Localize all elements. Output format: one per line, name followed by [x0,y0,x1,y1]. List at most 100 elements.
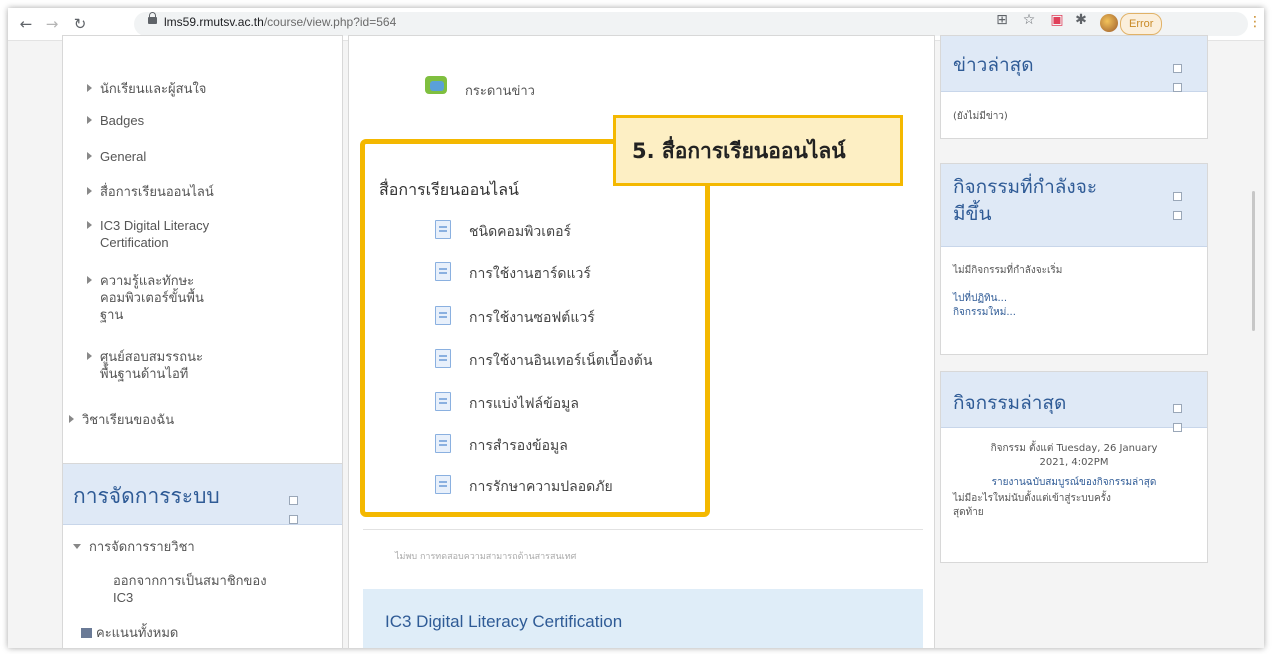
nav-label-cont: Certification [100,235,169,250]
profile-avatar[interactable] [1100,14,1118,32]
nav-label: ศูนย์สอบสมรรถนะ [100,349,203,364]
browser-window: ← → ↻ lms59.rmutsv.ac.th/course/view.php… [8,8,1264,648]
dock-icon[interactable] [1173,404,1182,413]
section-title-ic3: IC3 Digital Literacy Certification [385,612,623,631]
extension-icon[interactable]: ▣ [1048,12,1066,28]
nav-label: วิชาเรียนของฉัน [82,412,175,427]
nothing-line: ไม่มีอะไรใหม่นับตั้งแต่เข้าสู่ระบบครั้ง [953,493,1111,504]
expand-arrow-icon [87,84,92,92]
recent-nothing: ไม่มีอะไรใหม่นับตั้งแต่เข้าสู่ระบบครั้งส… [953,492,1111,520]
news-empty: (ยังไม่มีข่าว) [953,111,1008,122]
nav-label: สื่อการเรียนออนไลน์ [100,184,214,199]
grades-link[interactable]: คะแนนทั้งหมด [81,624,178,641]
block-header: กิจกรรมล่าสุด [941,372,1207,432]
back-arrow-icon[interactable]: ← [16,14,36,34]
link-label-cont: IC3 [113,590,134,605]
dock-icon[interactable] [1173,64,1182,73]
nav-item-online-media[interactable]: สื่อการเรียนออนไลน์ [87,183,214,200]
block-controls[interactable] [289,490,307,524]
block-controls[interactable] [1173,58,1191,92]
reload-icon[interactable]: ↻ [70,14,90,34]
admin-title: การจัดการระบบ [73,484,220,508]
nothing-line: สุดท้าย [953,507,984,518]
recent-activity-block: กิจกรรมล่าสุด กิจกรรม ตั้งแต่ Tuesday, 2… [940,371,1208,563]
bookmark-star-icon[interactable]: ☆ [1020,12,1038,28]
administration-block: การจัดการระบบ การจัดการรายวิชา ออกจากการ… [62,463,343,648]
upcoming-events-block: กิจกรรมที่กำลังจะมีขึ้น ไม่มีกิจกรรมที่ก… [940,163,1208,355]
callout-text: 5. สื่อการเรียนออนไลน์ [632,139,846,163]
block-controls[interactable] [1173,398,1191,432]
collapse-icon[interactable] [1173,83,1182,92]
new-event-link[interactable]: กิจกรรมใหม่... [953,306,1016,320]
collapse-icon[interactable] [1173,211,1182,220]
collapse-icon[interactable] [1173,423,1182,432]
nav-item-badges[interactable]: Badges [87,112,144,129]
forward-arrow-icon[interactable]: → [42,14,62,34]
url-path: /course/view.php?id=564 [263,15,397,29]
go-to-calendar-link[interactable]: ไปที่ปฏิทิน... [953,292,1007,306]
nav-item-ic3[interactable]: IC3 Digital Literacy Certification [87,217,209,251]
lock-icon[interactable] [148,12,157,24]
recent-since: กิจกรรม ตั้งแต่ Tuesday, 26 January 2021,… [941,442,1207,470]
nav-label: นักเรียนและผู้สนใจ [100,81,207,96]
expand-arrow-icon [69,415,74,423]
nav-label: IC3 Digital Literacy [100,218,210,233]
course-main: กระดานข่าว สื่อการเรียนออนไลน์ ชนิดคอมพิ… [348,35,935,648]
nav-label: General [100,149,147,164]
collapse-icon[interactable] [289,515,298,524]
nav-item-general[interactable]: General [87,148,146,165]
block-header: ข่าวล่าสุด [941,36,1207,92]
since-line: 2021, 4:02PM [1039,457,1109,468]
forum-link[interactable]: กระดานข่าว [465,80,535,101]
expand-arrow-icon [87,152,92,160]
title-line: กิจกรรมที่กำลังจะ [953,176,1098,198]
collapse-arrow-icon [73,544,81,549]
url-host: lms59.rmutsv.ac.th [164,15,264,29]
course-admin-item[interactable]: การจัดการรายวิชา [73,538,195,555]
expand-arrow-icon [87,221,92,229]
nav-item-computer-skills[interactable]: ความรู้และทักษะคอมพิวเตอร์ขั้นพื้นฐาน [87,272,204,323]
expand-arrow-icon [87,352,92,360]
nav-label: การจัดการรายวิชา [89,539,195,554]
expand-arrow-icon [87,116,92,124]
since-line: กิจกรรม ตั้งแต่ Tuesday, 26 January [990,443,1158,454]
highlight-box [360,139,710,517]
url-text[interactable]: lms59.rmutsv.ac.th/course/view.php?id=56… [164,15,396,29]
menu-kebab-icon[interactable]: ⋮ [1248,14,1262,30]
link-label: คะแนนทั้งหมด [96,625,179,640]
full-report-link[interactable]: รายงานฉบับสมบูรณ์ของกิจกรรมล่าสุด [941,476,1207,490]
nav-label: ความรู้และทักษะ [100,273,195,288]
news-title: ข่าวล่าสุด [953,54,1034,76]
link-label: ออกจากการเป็นสมาชิกของ [113,573,267,588]
dock-icon[interactable] [1173,192,1182,201]
block-controls[interactable] [1173,186,1191,220]
scrollbar[interactable] [1252,191,1255,331]
nav-label-cont: คอมพิวเตอร์ขั้นพื้น [100,290,204,305]
expand-arrow-icon [87,276,92,284]
nav-label-cont: ฐาน [100,307,124,322]
forum-icon [425,76,447,94]
block-header: กิจกรรมที่กำลังจะมีขึ้น [941,164,1207,247]
translate-icon[interactable]: ⊞ [993,12,1011,28]
expand-arrow-icon [87,187,92,195]
nav-item-students[interactable]: นักเรียนและผู้สนใจ [87,80,206,97]
extensions-puzzle-icon[interactable]: ✱ [1072,12,1090,28]
dock-icon[interactable] [289,496,298,505]
upcoming-none: ไม่มีกิจกรรมที่กำลังจะเริ่ม [953,265,1063,276]
upcoming-title: กิจกรรมที่กำลังจะมีขึ้น [953,174,1097,228]
divider [363,529,923,530]
error-label: Error [1129,18,1154,30]
block-header: การจัดการระบบ [63,464,342,525]
title-line: มีขึ้น [953,203,992,225]
nav-item-test-center[interactable]: ศูนย์สอบสมรรถนะพื้นฐานด้านไอที [87,348,203,382]
not-found-notice: ไม่พบ การทดสอบความสามารถด้านสารสนเทศ [395,552,577,562]
recent-title: กิจกรรมล่าสุด [953,392,1067,414]
nav-item-my-courses[interactable]: วิชาเรียนของฉัน [69,411,174,428]
error-button[interactable]: Error [1120,13,1163,35]
nav-label: Badges [100,113,145,128]
nav-label-cont: พื้นฐานด้านไอที [100,366,189,381]
unenrol-link[interactable]: ออกจากการเป็นสมาชิกของ IC3 [113,572,267,606]
latest-news-block: ข่าวล่าสุด (ยังไม่มีข่าว) [940,35,1208,139]
callout-label: 5. สื่อการเรียนออนไลน์ [613,115,903,186]
page-content: นักเรียนและผู้สนใจ Badges General สื่อกา… [8,35,1264,648]
